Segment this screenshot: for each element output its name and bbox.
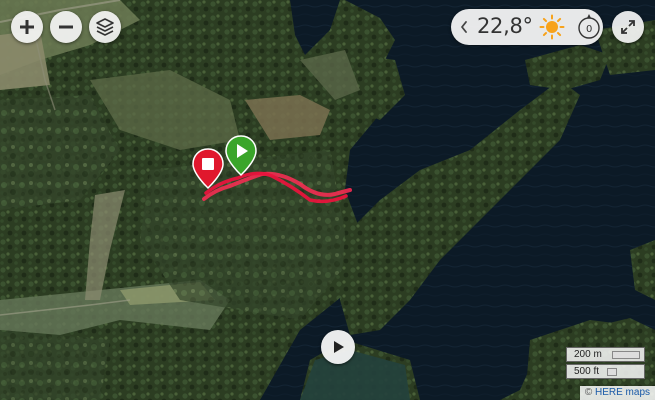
weather-collapse-button[interactable] [453,13,475,41]
map-attribution[interactable]: © HERE maps [579,386,655,400]
scale-bar-imperial: 500 ft [566,364,645,379]
temperature-value: 22,8° [477,14,533,38]
play-icon [334,341,344,353]
attribution-provider-link[interactable]: HERE maps [595,387,650,398]
expand-icon [621,20,635,34]
copyright-symbol: © [584,387,593,398]
layers-icon [96,18,114,36]
scale-imperial-label: 500 ft [574,366,600,377]
sun-icon [539,14,565,40]
route-start-marker[interactable] [224,135,258,177]
zoom-in-button[interactable] [11,11,43,43]
zoom-out-button[interactable] [50,11,82,43]
scale-bar-metric: 200 m [566,347,645,362]
minus-icon [59,25,73,29]
plus-icon [20,20,34,34]
route-playback-button[interactable] [321,330,355,364]
route-end-marker[interactable] [191,148,225,190]
chevron-left-icon [461,21,467,33]
scale-imperial-bar [607,368,617,376]
scale-metric-label: 200 m [574,349,602,360]
weather-widget: 22,8° 0 [451,9,603,45]
scale-metric-bar [612,351,640,359]
layers-button[interactable] [89,11,121,43]
wind-speed-value: 0 [586,24,593,35]
fullscreen-button[interactable] [612,11,644,43]
